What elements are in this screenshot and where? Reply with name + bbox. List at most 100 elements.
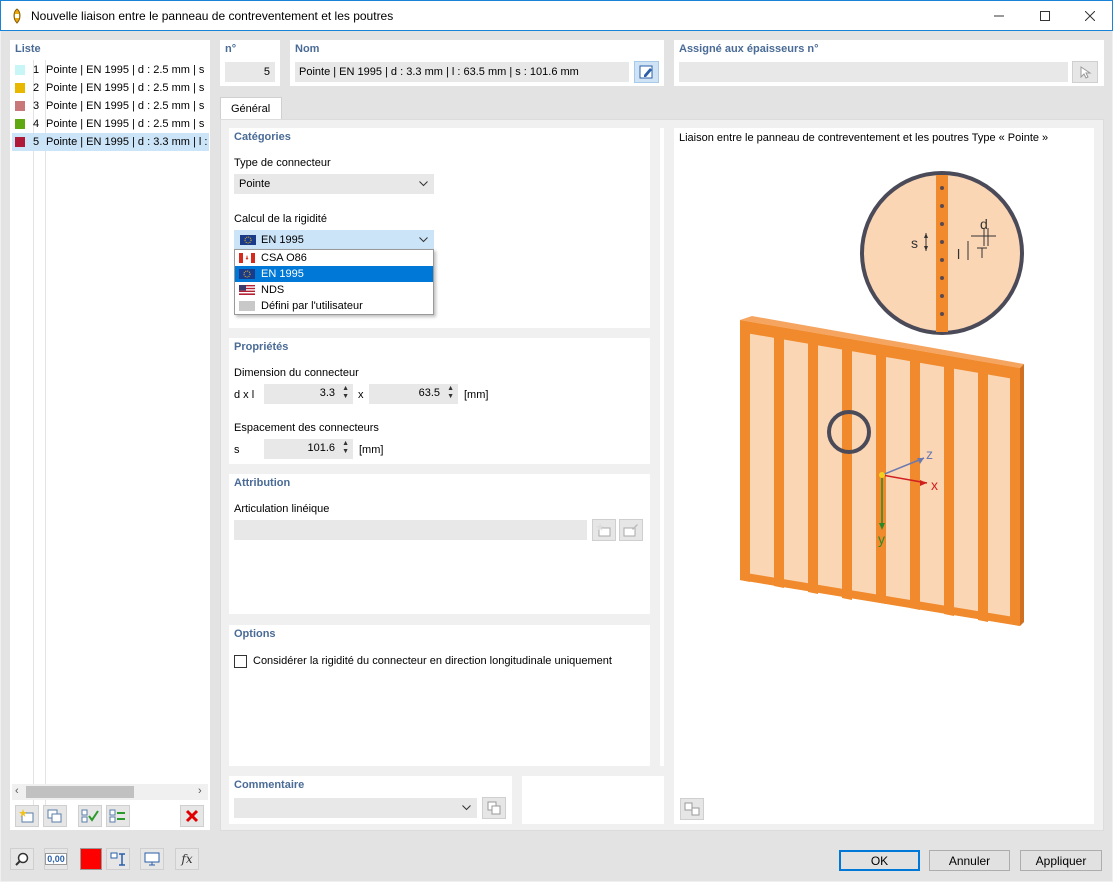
stiffness-select[interactable]: EN 1995 xyxy=(234,230,434,250)
delete-button[interactable] xyxy=(180,805,204,827)
color-swatch xyxy=(15,83,25,93)
list-item[interactable]: 4 Pointe | EN 1995 | d : 2.5 mm | s xyxy=(12,115,209,133)
close-button[interactable] xyxy=(1067,1,1113,31)
color-swatch xyxy=(15,137,25,147)
scroll-right-icon[interactable]: › xyxy=(198,785,202,797)
comment-library-button[interactable] xyxy=(482,797,506,819)
spacing-label: Espacement des connecteurs xyxy=(234,422,379,434)
comment-title: Commentaire xyxy=(234,779,305,791)
assigned-panel: Assigné aux épaisseurs n° xyxy=(674,40,1104,86)
search-icon xyxy=(15,852,29,866)
longitudinal-only-checkbox[interactable] xyxy=(234,655,247,668)
pick-cursor-icon xyxy=(1080,66,1092,79)
scroll-left-icon[interactable]: ‹ xyxy=(15,785,19,797)
tab-general[interactable]: Général xyxy=(220,97,282,120)
dimension-label: Dimension du connecteur xyxy=(234,367,359,379)
options-title: Options xyxy=(234,628,276,640)
edit-line-hinge-button[interactable] xyxy=(619,519,643,541)
select-thickness-button[interactable] xyxy=(1072,61,1098,83)
name-panel: Nom Pointe | EN 1995 | d : 3.3 mm | l : … xyxy=(290,40,664,86)
detail-stud xyxy=(936,175,948,332)
list-guide xyxy=(33,60,34,820)
minimize-icon xyxy=(994,15,1004,17)
number-field[interactable]: 5 xyxy=(225,62,275,82)
figure-options-icon xyxy=(684,802,700,816)
line-hinge-field[interactable] xyxy=(234,520,587,540)
s-value: 101.6 xyxy=(307,442,335,454)
ok-button[interactable]: OK xyxy=(839,850,920,871)
connector-type-label: Type de connecteur xyxy=(234,157,331,169)
y-axis-label: y xyxy=(878,531,885,547)
option-user-defined[interactable]: Défini par l'utilisateur xyxy=(235,298,433,314)
new-item-button[interactable] xyxy=(15,805,39,827)
canada-flag-icon xyxy=(239,253,255,263)
stiffness-label: Calcul de la rigidité xyxy=(234,213,327,225)
check-selected-button[interactable] xyxy=(106,805,130,827)
minimize-button[interactable] xyxy=(976,1,1022,31)
structure-button[interactable] xyxy=(106,848,130,870)
option-label: NDS xyxy=(261,284,285,296)
option-nds[interactable]: NDS xyxy=(235,282,433,298)
list-item-label: Pointe | EN 1995 | d : 2.5 mm | s xyxy=(46,64,205,76)
option-label: CSA O86 xyxy=(261,252,307,264)
comment-select[interactable] xyxy=(234,798,477,818)
list-item[interactable]: 1 Pointe | EN 1995 | d : 2.5 mm | s xyxy=(12,61,209,79)
maximize-button[interactable] xyxy=(1022,1,1068,31)
figure-options-button[interactable] xyxy=(680,798,704,820)
spin-arrows-icon[interactable]: ▲ ▼ xyxy=(447,385,454,401)
list-panel: Liste xyxy=(10,40,210,830)
options-section: Options Considérer la rigidité du connec… xyxy=(229,625,650,766)
eu-flag-icon xyxy=(239,269,255,279)
properties-section: Propriétés Dimension du connecteur d x l… xyxy=(229,338,650,464)
list-horizontal-scrollbar[interactable]: ‹ › xyxy=(12,784,208,800)
new-item-icon xyxy=(19,809,34,823)
option-csa-o86[interactable]: CSA O86 xyxy=(235,250,433,266)
view-button[interactable] xyxy=(140,848,164,870)
apply-button[interactable]: Appliquer xyxy=(1020,850,1102,871)
categories-title: Catégories xyxy=(234,131,291,143)
number-value: 5 xyxy=(263,66,270,78)
check-all-button[interactable] xyxy=(78,805,102,827)
panel-side xyxy=(1020,364,1024,626)
list-item[interactable]: 5 Pointe | EN 1995 | d : 3.3 mm | l : xyxy=(12,133,209,151)
attribution-section: Attribution Articulation linéique xyxy=(229,474,650,614)
number-panel: n° 5 xyxy=(220,40,280,86)
new-line-hinge-button[interactable] xyxy=(592,519,616,541)
chevron-down-icon xyxy=(419,237,428,243)
d-input[interactable]: 3.3 ▲ ▼ xyxy=(264,384,353,404)
search-button[interactable] xyxy=(10,848,34,870)
edit-name-button[interactable] xyxy=(634,61,659,83)
close-icon xyxy=(1085,11,1095,21)
spin-arrows-icon[interactable]: ▲ ▼ xyxy=(342,440,349,456)
view-icon xyxy=(144,852,160,866)
connector-type-select[interactable]: Pointe xyxy=(234,174,434,194)
splitter[interactable] xyxy=(660,128,664,766)
origin-point xyxy=(879,472,885,478)
list-item[interactable]: 2 Pointe | EN 1995 | d : 2.5 mm | s xyxy=(12,79,209,97)
option-en-1995[interactable]: EN 1995 xyxy=(235,266,433,282)
s-input[interactable]: 101.6 ▲ ▼ xyxy=(264,439,353,459)
name-field[interactable]: Pointe | EN 1995 | d : 3.3 mm | l : 63.5… xyxy=(295,62,629,82)
tab-general-label: Général xyxy=(231,103,271,115)
list-item[interactable]: 3 Pointe | EN 1995 | d : 2.5 mm | s xyxy=(12,97,209,115)
assigned-field[interactable] xyxy=(679,62,1068,82)
scrollbar-thumb[interactable] xyxy=(26,786,134,798)
list-item-number: 5 xyxy=(33,136,40,148)
cancel-button[interactable]: Annuler xyxy=(929,850,1010,871)
color-swatch xyxy=(15,65,25,75)
formula-button[interactable]: fx xyxy=(175,848,199,870)
list-item-number: 1 xyxy=(33,64,40,76)
spin-arrows-icon[interactable]: ▲ ▼ xyxy=(342,385,349,401)
l-input[interactable]: 63.5 ▲ ▼ xyxy=(369,384,458,404)
dxl-label: d x l xyxy=(234,389,255,401)
name-value: Pointe | EN 1995 | d : 3.3 mm | l : 63.5… xyxy=(299,66,579,78)
copy-item-button[interactable] xyxy=(43,805,67,827)
eu-flag-icon xyxy=(240,235,256,245)
l-label: l xyxy=(957,246,960,262)
edit-hinge-icon xyxy=(623,524,638,537)
figure-panel: Liaison entre le panneau de contreventem… xyxy=(674,128,1094,824)
comment-side-panel xyxy=(522,776,664,824)
option-label: EN 1995 xyxy=(261,268,304,280)
color-button[interactable] xyxy=(80,848,102,870)
units-button[interactable]: 0,00 xyxy=(44,848,68,870)
